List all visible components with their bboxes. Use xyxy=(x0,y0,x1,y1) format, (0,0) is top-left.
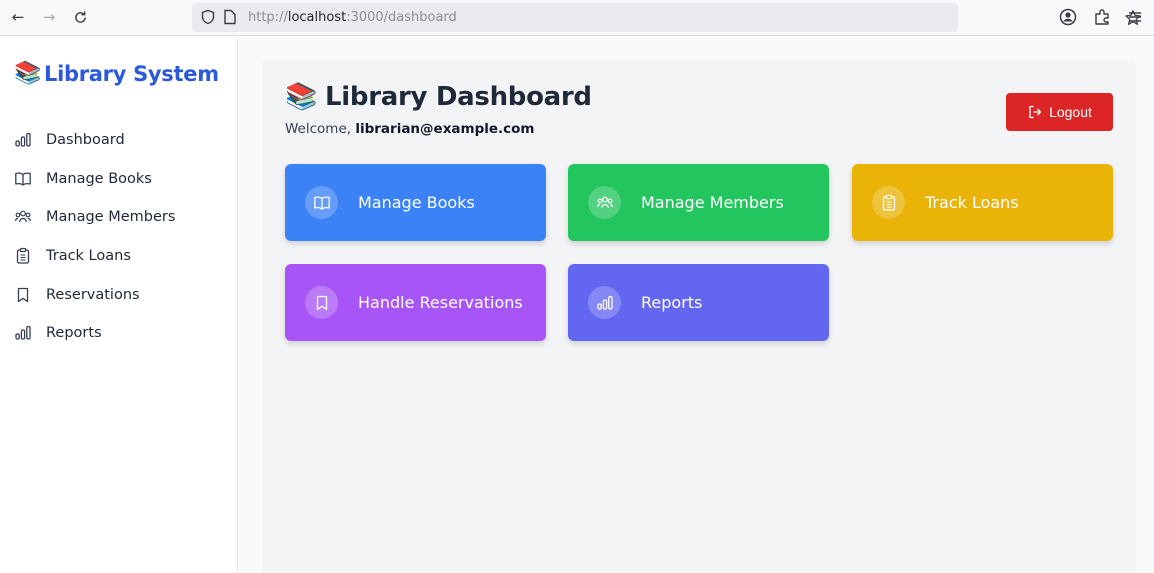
card-icon-circle xyxy=(588,186,621,219)
url-host: localhost xyxy=(287,10,347,25)
forward-arrow-icon[interactable]: → xyxy=(37,5,61,29)
sidebar-item-label: Track Loans xyxy=(46,248,131,265)
bar-chart-icon xyxy=(596,295,613,310)
back-arrow-icon[interactable]: ← xyxy=(6,5,30,29)
welcome-text: Welcome, librarian@example.com xyxy=(285,121,535,137)
shield-icon[interactable] xyxy=(200,9,216,25)
page-title-text: Library Dashboard xyxy=(325,82,592,112)
users-icon xyxy=(596,196,613,208)
sidebar-item-manage-members[interactable]: Manage Members xyxy=(14,198,175,237)
books-icon: 📚 xyxy=(285,82,318,112)
card-manage-books[interactable]: Manage Books xyxy=(285,164,546,241)
page-icon xyxy=(224,9,236,25)
sidebar-item-reports[interactable]: Reports xyxy=(14,314,175,353)
welcome-prefix: Welcome, xyxy=(285,121,356,137)
logout-icon xyxy=(1029,105,1042,119)
books-icon: 📚 xyxy=(14,61,42,86)
clipboard-icon xyxy=(882,194,895,211)
page-title: 📚 Library Dashboard xyxy=(285,82,592,112)
users-icon xyxy=(14,211,32,223)
bookmark-icon xyxy=(316,295,327,310)
extensions-icon[interactable] xyxy=(1093,8,1111,26)
card-icon-circle xyxy=(305,186,338,219)
book-open-icon xyxy=(15,172,31,186)
account-icon[interactable] xyxy=(1059,8,1077,26)
brand-title: Library System xyxy=(44,61,219,86)
clipboard-icon xyxy=(16,247,30,264)
sidebar-item-label: Manage Books xyxy=(46,170,152,187)
sidebar-item-label: Reports xyxy=(46,325,102,342)
menu-icon[interactable] xyxy=(1126,8,1144,26)
address-bar[interactable]: http://localhost:3000/dashboard xyxy=(192,3,1141,32)
url-path: :3000/dashboard xyxy=(346,10,457,25)
url-scheme: http:// xyxy=(248,10,288,25)
sidebar-item-dashboard[interactable]: Dashboard xyxy=(14,121,175,160)
browser-toolbar: ← → http://localhost:3000/dashboard xyxy=(0,0,1154,36)
user-email: librarian@example.com xyxy=(355,121,535,137)
logout-label: Logout xyxy=(1049,104,1092,120)
bar-chart-icon xyxy=(15,133,31,147)
bar-chart-icon xyxy=(15,326,31,340)
book-open-icon xyxy=(313,196,330,210)
brand[interactable]: 📚 Library System xyxy=(14,61,219,86)
sidebar-item-label: Manage Members xyxy=(46,209,176,226)
sidebar-nav: Dashboard Manage Books Manage Members Tr… xyxy=(14,121,175,353)
url-text: http://localhost:3000/dashboard xyxy=(248,9,457,26)
sidebar-item-label: Dashboard xyxy=(46,132,125,149)
card-label: Reports xyxy=(641,293,703,312)
card-label: Manage Books xyxy=(358,193,475,212)
sidebar-item-label: Reservations xyxy=(46,286,140,303)
sidebar-item-manage-books[interactable]: Manage Books xyxy=(14,160,175,199)
reload-icon[interactable] xyxy=(68,5,92,29)
card-icon-circle xyxy=(872,186,905,219)
card-reports[interactable]: Reports xyxy=(568,264,829,341)
card-icon-circle xyxy=(305,286,338,319)
card-label: Manage Members xyxy=(641,193,784,212)
card-handle-reservations[interactable]: Handle Reservations xyxy=(285,264,546,341)
card-label: Handle Reservations xyxy=(358,293,523,312)
card-icon-circle xyxy=(588,286,621,319)
card-manage-members[interactable]: Manage Members xyxy=(568,164,829,241)
sidebar-item-track-loans[interactable]: Track Loans xyxy=(14,237,175,276)
card-track-loans[interactable]: Track Loans xyxy=(852,164,1113,241)
card-label: Track Loans xyxy=(925,193,1019,212)
sidebar: 📚 Library System Dashboard Manage Books … xyxy=(0,37,238,573)
sidebar-item-reservations[interactable]: Reservations xyxy=(14,275,175,314)
logout-button[interactable]: Logout xyxy=(1006,93,1113,131)
bookmark-icon xyxy=(17,287,29,302)
